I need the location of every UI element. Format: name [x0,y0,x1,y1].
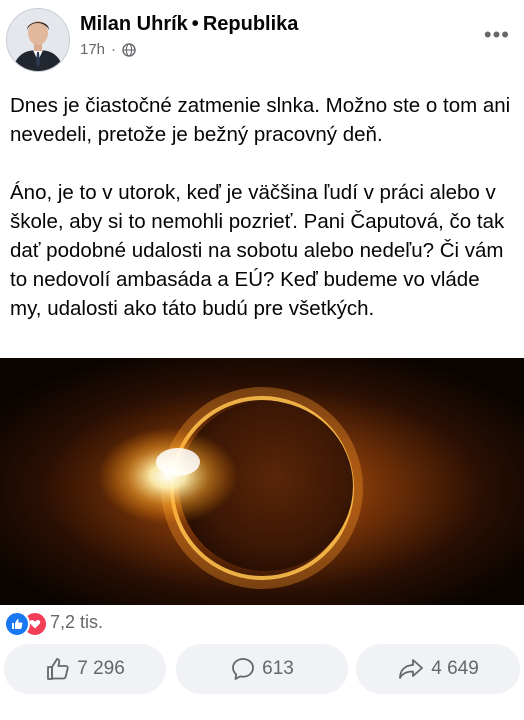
meta-dot: · [111,41,117,58]
avatar-portrait [7,9,69,71]
like-icon [4,611,30,637]
like-count: 7 296 [77,658,125,679]
share-count: 4 649 [431,658,479,679]
post-text: Dnes je čiastočné zatmenie slnka. Možno … [10,94,511,320]
author-line: Milan Uhrík • Republika [80,13,298,36]
author-name[interactable]: Milan Uhrík [80,13,188,35]
reaction-icons [4,610,48,637]
thumbs-up-icon [47,658,69,680]
avatar[interactable] [6,8,70,72]
action-bar: 7 296 613 4 649 [0,640,524,700]
post-header: Milan Uhrík • Republika 17h · ••• [0,0,524,78]
comment-button[interactable]: 613 [176,644,348,694]
reactions-summary[interactable]: 7,2 tis. [0,605,524,639]
post-time[interactable]: 17h [80,41,105,58]
comment-count: 613 [262,658,294,679]
share-button[interactable]: 4 649 [356,644,520,694]
comment-icon [232,658,255,680]
eclipse-image [0,358,524,605]
party-name[interactable]: Republika [203,13,299,35]
post-photo[interactable] [0,358,524,605]
like-button[interactable]: 7 296 [4,644,166,694]
globe-icon [122,42,136,57]
reaction-count[interactable]: 7,2 tis. [50,612,103,633]
author-separator: • [191,13,199,35]
share-icon [399,659,424,679]
more-options-icon[interactable]: ••• [484,22,510,48]
post-meta: 17h · [80,41,136,58]
